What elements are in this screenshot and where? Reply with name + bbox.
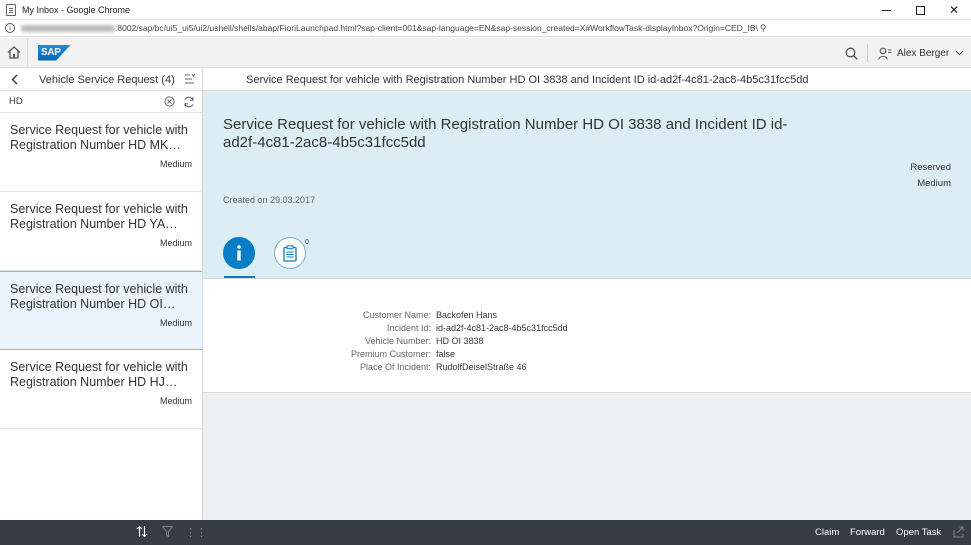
created-date: Created on 29.03.2017 [223,195,316,205]
property-label: Vehicle Number: [364,336,431,346]
search-button[interactable] [841,38,861,68]
list-item[interactable]: Service Request for vehicle with Registr… [0,113,202,192]
back-button[interactable] [4,69,24,91]
tab-notes[interactable] [274,237,306,269]
property-label: Place Of Incident: [359,362,431,372]
chevron-left-icon [11,74,17,85]
status-text: Reserved [910,162,951,173]
list-item[interactable]: Service Request for vehicle with Registr… [0,192,202,271]
property-row: Customer Name: Backofen Hans [203,309,971,322]
home-icon [7,46,20,59]
property-label: Customer Name: [362,310,431,320]
browser-title-bar: My Inbox - Google Chrome ✕ [0,0,971,20]
maximize-icon [915,5,925,15]
property-value: false [436,349,456,359]
info-icon [237,245,241,261]
detail-bar-title: Service Request for vehicle with Registr… [246,73,809,86]
shell-separator [867,44,868,62]
user-name: Alex Berger [897,47,950,59]
list-item-priority: Medium [159,396,192,406]
detail-title-bar: Service Request for vehicle with Registr… [203,69,971,91]
property-label: Incident Id: [386,323,431,333]
open-task-button[interactable]: Open Task [896,527,941,538]
close-icon: ✕ [948,3,960,17]
url-host-blurred [21,24,115,32]
window-title: My Inbox - Google Chrome [22,4,131,15]
home-button[interactable] [0,37,28,68]
priority-text: Medium [917,178,951,189]
notes-count-badge: 0 [305,239,309,246]
list-item-priority: Medium [159,318,192,328]
list-item[interactable]: Service Request for vehicle with Registr… [0,350,202,429]
property-label: Premium Customer: [350,349,431,359]
clear-search-icon[interactable] [164,96,175,107]
claim-button[interactable]: Claim [815,527,839,538]
sort-icon[interactable] [136,525,148,538]
property-row: Place Of Incident: RudolfDeiselStraße 46 [203,361,971,374]
minimize-icon [881,9,891,11]
detail-footer: Claim Forward Open Task [203,520,971,545]
detail-panel: Service Request for vehicle with Registr… [203,69,971,520]
shell-bar: SAP [0,37,971,68]
property-row: Premium Customer: false [203,348,971,361]
property-row: Incident Id: id-ad2f-4c81-2ac8-4b5c31fcc… [203,322,971,335]
sap-logo: SAP [38,44,71,61]
search-input[interactable] [9,96,149,107]
list-item-title: Service Request for vehicle with Registr… [10,282,188,311]
address-bar[interactable]: i :8002/sap/bc/ui5_ui5/ui2/ushell/shells… [0,20,971,37]
tab-information[interactable] [223,237,255,269]
logo-text: SAP [41,47,61,58]
object-header: Service Request for vehicle with Registr… [203,92,971,278]
property-value: HD OI 3838 [436,336,484,346]
master-list-panel: Vehicle Service Request (4) Service Requ… [0,69,203,520]
search-field[interactable] [0,91,202,113]
list-item-title: Service Request for vehicle with Registr… [10,202,188,231]
master-footer: ⋮⋮ [0,520,207,545]
master-title: Vehicle Service Request (4) [39,73,175,86]
object-title: Service Request for vehicle with Registr… [223,116,788,151]
property-value: Backofen Hans [436,310,498,320]
maximize-button[interactable] [903,0,937,20]
forward-button[interactable]: Forward [850,527,885,538]
list-item-title: Service Request for vehicle with Registr… [10,360,188,389]
list-item-selected[interactable]: Service Request for vehicle with Registr… [0,271,202,350]
search-icon [845,47,858,60]
sort-list-icon[interactable] [184,73,196,85]
key-icon[interactable]: ⚲ [760,23,767,34]
user-menu[interactable]: Alex Berger [878,38,964,68]
page-icon [6,3,16,16]
list-item-title: Service Request for vehicle with Registr… [10,123,188,152]
minimize-button[interactable] [869,0,903,20]
property-value: RudolfDeiselStraße 46 [436,362,527,372]
property-row: Vehicle Number: HD OI 3838 [203,335,971,348]
chevron-down-icon [955,50,964,56]
list-item-priority: Medium [159,238,192,248]
properties-section: Customer Name: Backofen Hans Incident Id… [203,278,971,393]
url-text[interactable]: :8002/sap/bc/ui5_ui5/ui2/ushell/shells/a… [115,23,758,33]
refresh-icon[interactable] [183,96,195,108]
clipboard-icon [283,244,297,262]
property-value: id-ad2f-4c81-2ac8-4b5c31fcc5dd [436,323,568,333]
filter-icon[interactable] [162,526,173,537]
info-icon[interactable]: i [5,23,15,33]
list-item-priority: Medium [159,159,192,169]
close-button[interactable]: ✕ [937,0,971,20]
master-header: Vehicle Service Request (4) [0,69,202,91]
user-icon [878,47,892,60]
share-icon[interactable] [953,526,965,538]
